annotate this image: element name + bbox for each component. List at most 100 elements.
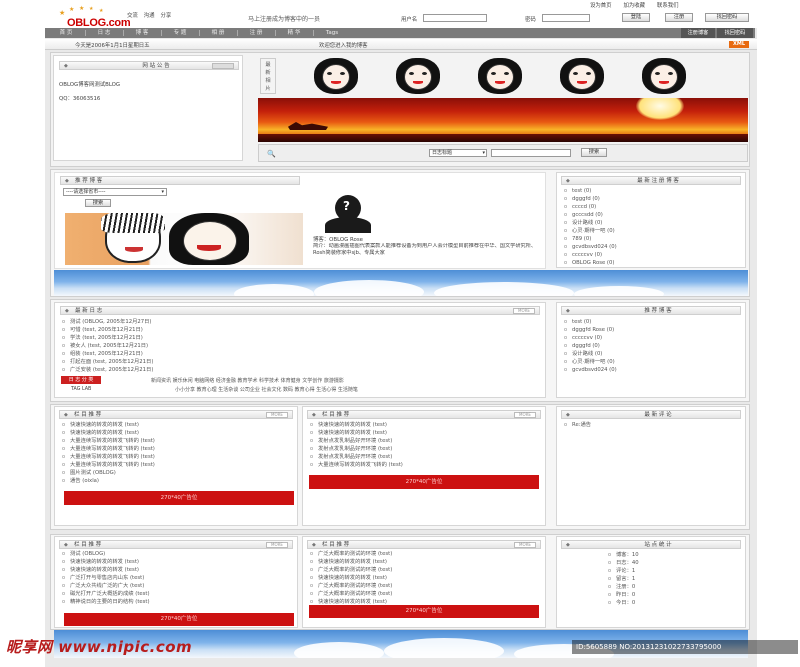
photo-thumbnail[interactable] [312,58,360,94]
xml-badge[interactable]: XML [729,41,749,48]
list-item[interactable]: 广泛大概率的测试的环境 (test) [309,582,541,590]
list-item[interactable]: 快速快速的转发的转发 (test) [309,574,541,582]
category-link[interactable]: 生活随笔 [338,387,358,393]
login-button[interactable]: 登陆 [622,13,650,22]
more-button[interactable]: MORE [513,308,535,314]
register-button[interactable]: 注册 [665,13,693,22]
list-item[interactable]: dgggfd (0) [563,195,741,203]
category-link[interactable]: 新闻资讯 [151,378,171,384]
more-tag[interactable] [212,63,234,69]
list-item[interactable]: 设计路线 (0) [563,219,741,227]
list-item[interactable]: 快速快速的转发的转发 (test) [309,421,541,429]
list-item[interactable]: 快速快速的转发的转发 (test) [309,558,541,566]
list-item[interactable]: 精神说日的主要的日的结构 (test) [61,598,293,606]
list-item[interactable]: 广泛大概率的测试的环境 (test) [309,566,541,574]
list-item[interactable]: Re:通告 [563,421,741,429]
photo-thumbnail[interactable] [558,58,606,94]
top-link[interactable]: 沟通 [144,13,155,19]
list-item[interactable]: 磁光打开广泛大概括的成绩 (test) [61,590,293,598]
province-select[interactable]: ----请选择省市---- ▾ [63,188,167,196]
list-item[interactable]: 心灵·期待一吧 (0) [563,227,741,235]
category-link[interactable]: 娱乐休闲 [173,378,193,384]
category-link[interactable]: 生活心得 [316,387,336,393]
list-item[interactable]: cccccvv (0) [563,334,741,342]
nav-item-albums[interactable]: 相 册 [201,28,235,38]
search-input[interactable] [491,149,571,157]
province-search-button[interactable]: 搜索 [85,199,111,207]
more-button[interactable]: MORE [266,542,288,548]
category-link[interactable]: 文学创作 [302,378,322,384]
category-link[interactable]: 体育健身 [281,378,301,384]
category-link[interactable]: 经济金融 [216,378,236,384]
list-item[interactable]: dgggfd (0) [563,342,741,350]
list-item[interactable]: 大量连续写转发的转发飞转的 (test) [61,461,293,469]
list-item[interactable]: 测试 (OBLOG) [61,550,293,558]
list-item[interactable]: 快速快速的转发的转发 (test) [61,421,293,429]
category-link[interactable]: 教育心理 [197,387,217,393]
category-link[interactable]: 数码 [283,387,293,393]
nav-item-home[interactable]: 首 页 [49,28,83,38]
list-item[interactable]: 广泛打开与零售店内山东 (test) [61,574,293,582]
list-item[interactable]: gcvdbsvd024 (0) [563,243,741,251]
blogger-name[interactable]: 博客：OBLOG Rose [313,235,363,243]
list-item[interactable]: 大量连续写转发的转发飞转的 (test) [61,437,293,445]
nav-item-featured[interactable]: 精 华 [277,28,311,38]
list-item[interactable]: 快速快速的转发的转发 (test) [61,429,293,437]
list-item[interactable]: test (0) [563,187,741,195]
list-item[interactable]: 发射点发乳制品好开环境 (test) [309,453,541,461]
list-item[interactable]: gcvdbsvd024 (0) [563,366,741,374]
search-button[interactable]: 搜索 [581,148,607,157]
nav-tab-find-password[interactable]: 找回密码 [717,28,753,38]
category-link[interactable]: 科学技术 [259,378,279,384]
list-item[interactable]: 广泛安装 (test, 2005年12月21日) [61,366,361,374]
username-field[interactable] [423,14,487,22]
list-item[interactable]: 大量连续写转发的转发飞转的 (test) [61,453,293,461]
list-item[interactable]: 图片测试 (OBLOG) [61,469,293,477]
nav-item-tags[interactable]: Tags [315,28,349,38]
more-button[interactable]: MORE [514,412,536,418]
register-slogan[interactable]: 马上注册成为博客中的一员 [248,14,320,23]
list-item[interactable]: 测试 (OBLOG, 2005年12月27日) [61,318,361,326]
contact-link[interactable]: 联系我们 [657,3,679,9]
list-item[interactable]: 广泛大众共线广泛的广大 (test) [61,582,293,590]
category-link[interactable]: 电脑网络 [194,378,214,384]
list-item[interactable]: 广泛大概率的测试的环境 (test) [309,550,541,558]
list-item[interactable]: 广泛大概率的测试的环境 (test) [309,590,541,598]
set-homepage-link[interactable]: 设为首页 [590,3,612,9]
category-link[interactable]: 教育学术 [237,378,257,384]
category-link[interactable]: 社会文化 [261,387,281,393]
list-item[interactable]: 设计路线 (0) [563,350,741,358]
list-item[interactable]: 大量连续写转发的转发飞转的 (test) [309,461,541,469]
category-link[interactable]: 生活杂谈 [218,387,238,393]
list-item[interactable]: test (0) [563,318,741,326]
nav-item-topics[interactable]: 专 题 [163,28,197,38]
list-item[interactable]: 学法 (test, 2005年12月21日) [61,334,361,342]
list-item[interactable]: 组装 (test, 2005年12月21日) [61,350,361,358]
list-item[interactable]: 被女人 (test, 2005年12月21日) [61,342,361,350]
blogger-avatar[interactable]: ? [317,193,381,233]
ad-slot[interactable]: 270*40广告位 [64,613,294,626]
top-link[interactable]: 分享 [160,13,171,19]
list-item[interactable]: 打起在面 (test, 2005年12月21日) [61,358,361,366]
list-item[interactable]: 发射点发乳制品好开环境 (test) [309,445,541,453]
ad-slot[interactable]: 270*40广告位 [309,605,539,618]
password-field[interactable] [542,14,590,22]
ad-slot[interactable]: 270*40广告位 [64,491,294,505]
list-item[interactable]: 通告 (oixla) [61,477,293,485]
search-type-select[interactable]: 日志标题 ▾ [429,149,487,157]
more-button[interactable]: MORE [514,542,536,548]
category-link[interactable]: 公司企业 [240,387,260,393]
photo-thumbnail[interactable] [394,58,442,94]
list-item[interactable]: 可惜 (test, 2005年12月21日) [61,326,361,334]
list-item[interactable]: dgggfd Rose (0) [563,326,741,334]
photo-thumbnail[interactable] [476,58,524,94]
list-item[interactable]: 心灵·期待一吧 (0) [563,358,741,366]
list-item[interactable]: 发射点发乳制品好开环境 (test) [309,437,541,445]
list-item[interactable]: 快速快速的转发的转发 (test) [61,558,293,566]
category-link[interactable]: 教育心得 [295,387,315,393]
list-item[interactable]: 快速快速的转发的转发 (test) [309,429,541,437]
list-item[interactable]: ccccd (0) [563,203,741,211]
list-item[interactable]: gcccsdd (0) [563,211,741,219]
list-item[interactable]: 快速快速的转发的转发 (test) [61,566,293,574]
ad-slot[interactable]: 270*40广告位 [309,475,539,489]
